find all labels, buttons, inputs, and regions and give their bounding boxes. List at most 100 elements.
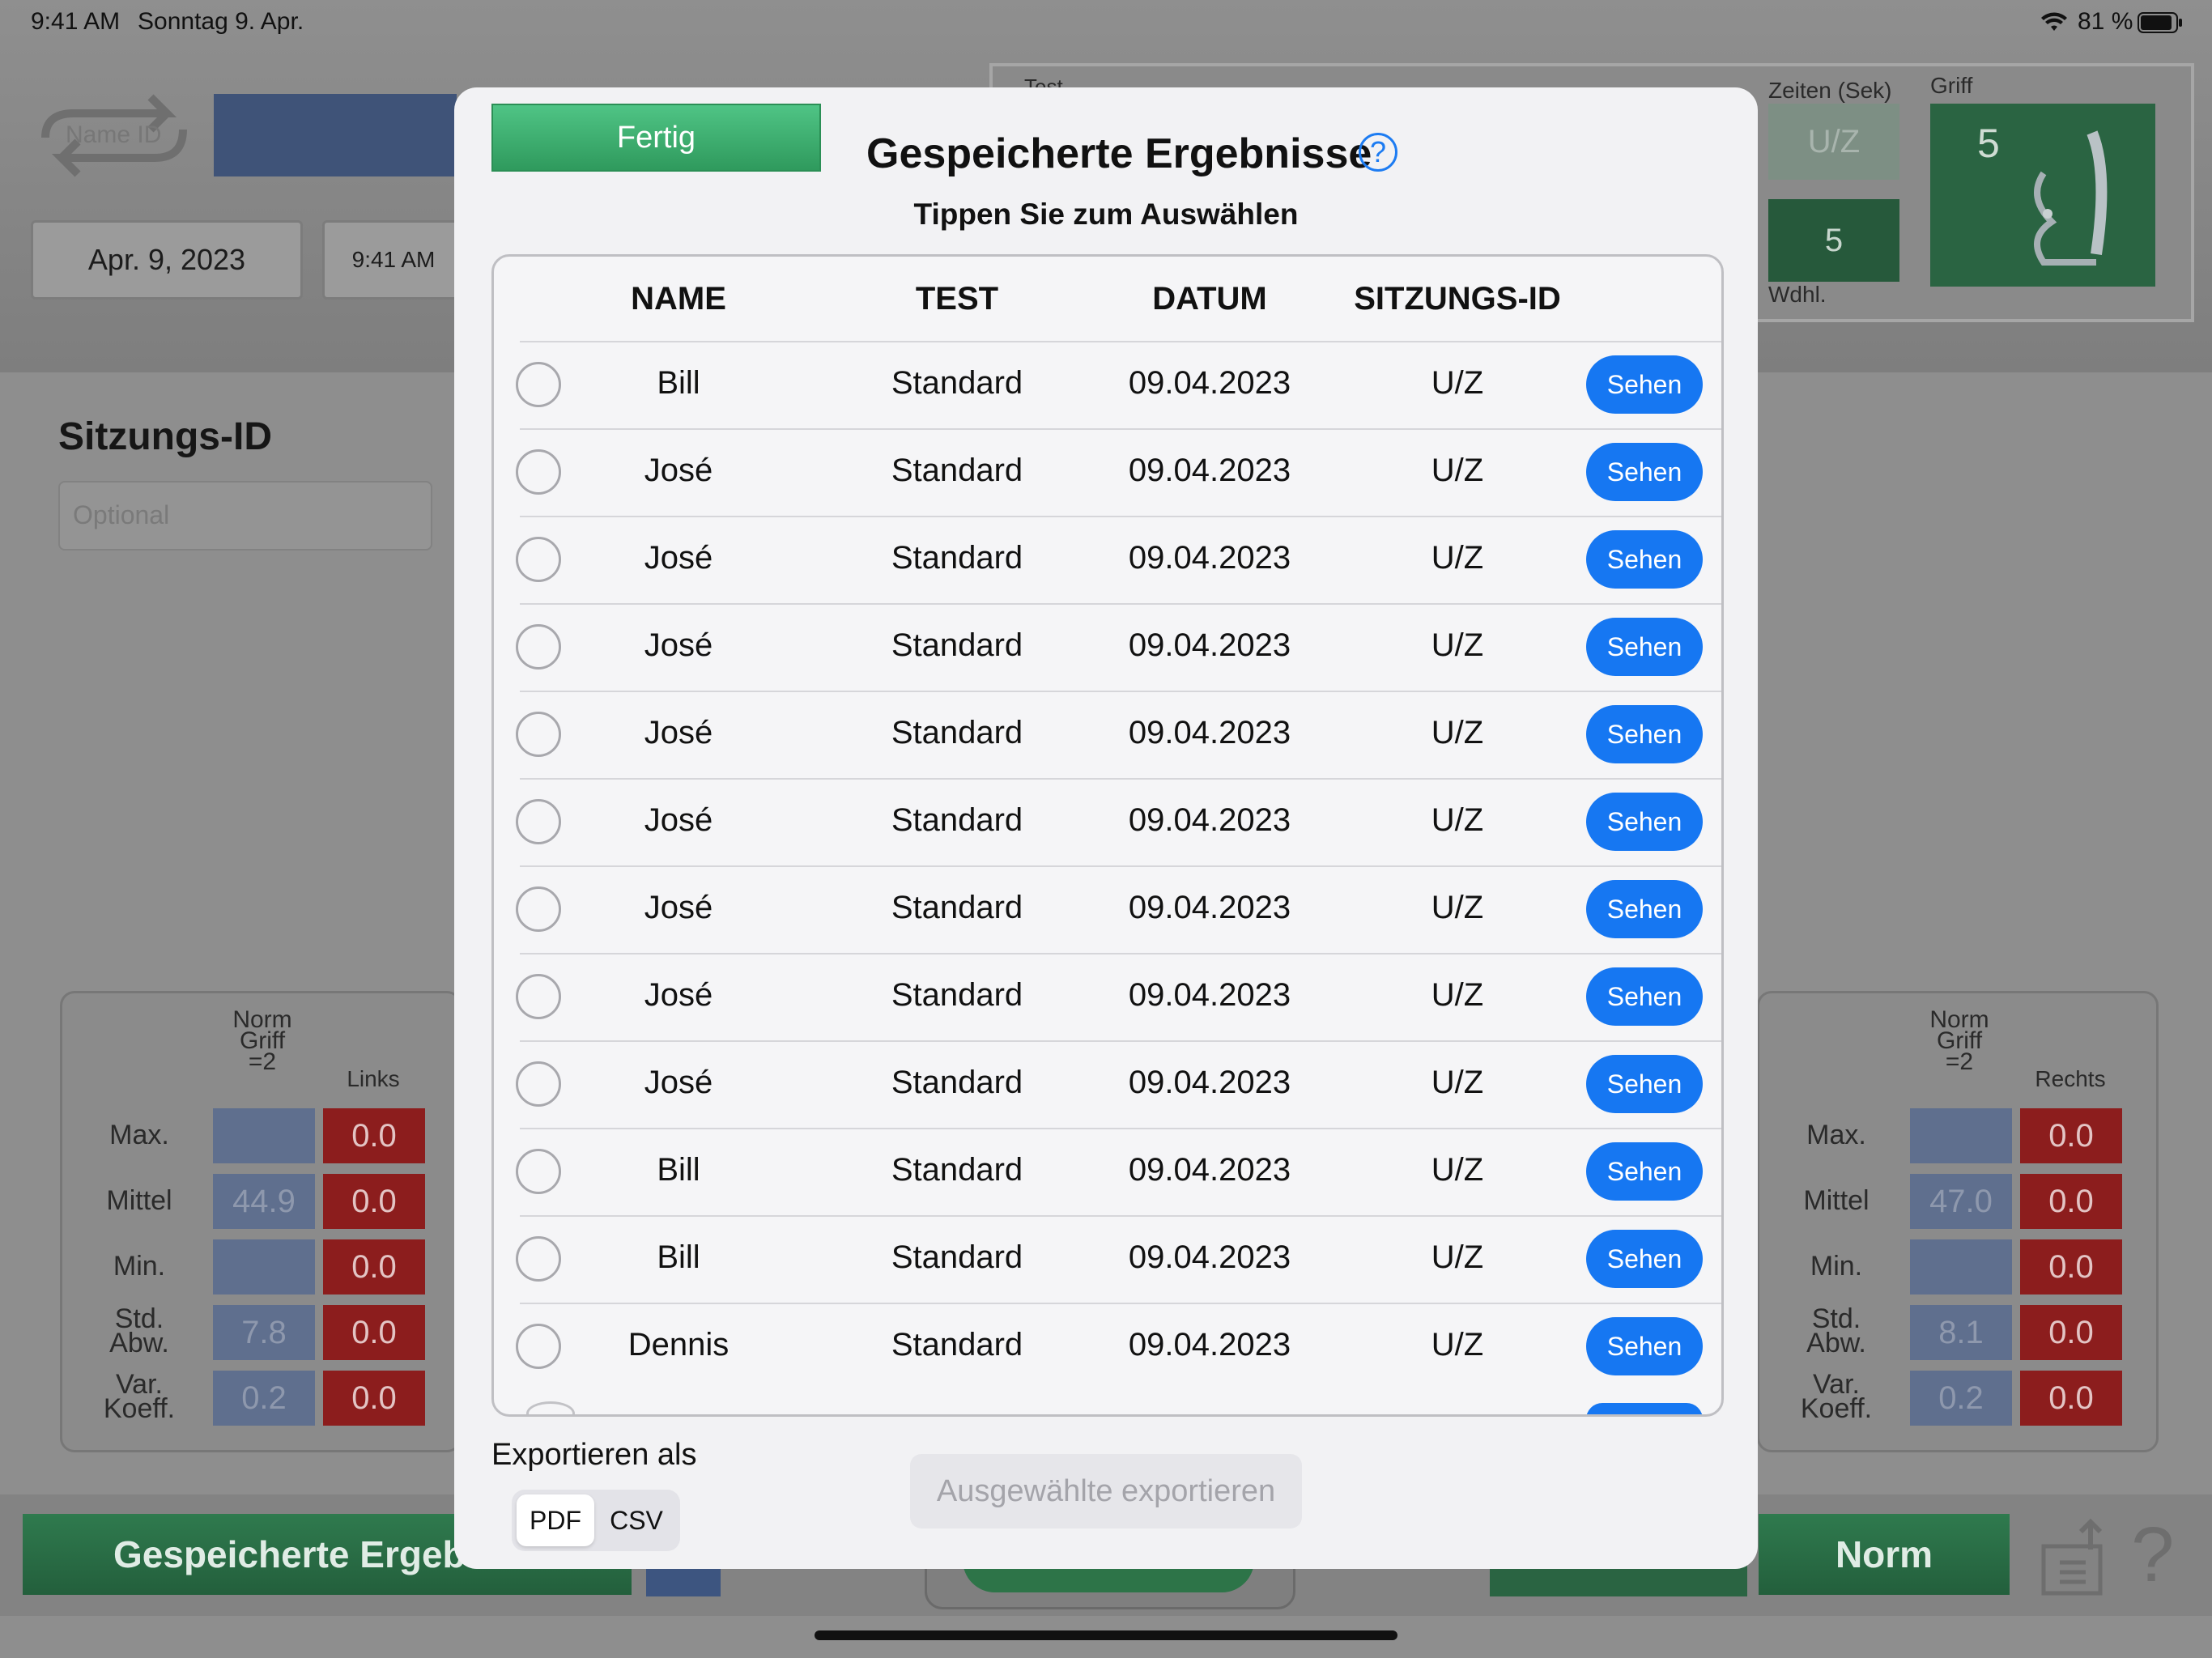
table-row[interactable]: José Standard 09.04.2023 U/Z Sehen (494, 603, 1721, 691)
cell-session-id: U/Z (1431, 540, 1484, 576)
partial-view-button[interactable] (1586, 1403, 1703, 1414)
row-select-radio[interactable] (516, 799, 561, 844)
name-id-label: Name ID (66, 121, 162, 148)
name-field[interactable] (214, 94, 457, 176)
table-row[interactable]: Bill Standard 09.04.2023 U/Z Sehen (494, 341, 1721, 428)
row-select-radio[interactable] (516, 624, 561, 670)
done-button[interactable]: Fertig (491, 104, 821, 172)
view-button[interactable]: Sehen (1586, 1317, 1703, 1375)
row-select-radio[interactable] (516, 537, 561, 582)
row-divider (520, 691, 1721, 692)
cell-session-id: U/Z (1431, 1327, 1484, 1363)
row-select-radio[interactable] (516, 1236, 561, 1282)
right-side-header: Rechts (2035, 1066, 2106, 1091)
view-button[interactable]: Sehen (1586, 355, 1703, 414)
cell-session-id: U/Z (1431, 453, 1484, 488)
view-button[interactable]: Sehen (1586, 1142, 1703, 1201)
cell-test: Standard (891, 1239, 1023, 1275)
question-circle-icon[interactable]: ? (1359, 133, 1397, 172)
cell-date: 09.04.2023 (1128, 802, 1291, 838)
row-select-radio[interactable] (516, 712, 561, 757)
row-divider (520, 1040, 1721, 1042)
table-row[interactable]: José Standard 09.04.2023 U/Z Sehen (494, 691, 1721, 778)
row-select-radio[interactable] (516, 1149, 561, 1194)
table-row[interactable]: José Standard 09.04.2023 U/Z Sehen (494, 516, 1721, 603)
row-select-radio[interactable] (516, 1324, 561, 1369)
right-stats-panel: Norm Griff =2 Rechts Max. 0.0 Mittel 47.0 0.… (1757, 991, 2159, 1452)
table-row[interactable]: Dennis Standard 09.04.2023 U/Z Sehen (494, 1303, 1721, 1390)
stat-norm-value: 0.2 (213, 1371, 315, 1426)
cell-test: Standard (891, 365, 1023, 401)
view-button[interactable]: Sehen (1586, 1230, 1703, 1288)
table-row[interactable]: José Standard 09.04.2023 U/Z Sehen (494, 1040, 1721, 1128)
grip-selector[interactable]: 5 (1930, 104, 2155, 287)
stat-measured-value: 0.0 (2020, 1371, 2122, 1426)
column-header-name: NAME (631, 281, 726, 317)
view-button[interactable]: Sehen (1586, 618, 1703, 676)
stat-norm-value: 44.9 (213, 1174, 315, 1229)
stat-label: Max. (109, 1120, 169, 1150)
status-bar: 9:41 AM Sonntag 9. Apr. 81 % (0, 0, 2212, 49)
cell-test: Standard (891, 1152, 1023, 1188)
cell-session-id: U/Z (1431, 890, 1484, 925)
session-id-input[interactable]: Optional (58, 481, 432, 551)
table-row[interactable]: José Standard 09.04.2023 U/Z Sehen (494, 428, 1721, 516)
row-divider (520, 341, 1721, 342)
view-button[interactable]: Sehen (1586, 443, 1703, 501)
stat-label: Var. Koeff. (1800, 1369, 1873, 1424)
share-icon[interactable] (2037, 1517, 2110, 1602)
cell-session-id: U/Z (1431, 715, 1484, 750)
format-option-csv[interactable]: CSV (598, 1494, 675, 1546)
stat-label: Min. (113, 1251, 166, 1282)
status-time: 9:41 AM (31, 8, 121, 35)
cell-test: Standard (891, 627, 1023, 663)
cell-date: 09.04.2023 (1128, 540, 1291, 576)
right-norm-header: Norm Griff =2 (1929, 1006, 1989, 1075)
cell-name: José (644, 977, 713, 1013)
row-select-radio[interactable] (516, 362, 561, 407)
cell-date: 09.04.2023 (1128, 977, 1291, 1013)
partial-row-radio[interactable] (526, 1401, 575, 1414)
cell-test: Standard (891, 977, 1023, 1013)
stat-measured-value: 0.0 (2020, 1305, 2122, 1360)
cell-name: Bill (657, 1152, 700, 1188)
stat-norm-value (213, 1108, 315, 1163)
times-field[interactable]: U/Z (1768, 104, 1899, 180)
stat-norm-value: 47.0 (1910, 1174, 2012, 1229)
view-button[interactable]: Sehen (1586, 967, 1703, 1026)
stat-label: Max. (1806, 1120, 1866, 1150)
export-selected-button[interactable]: Ausgewählte exportieren (910, 1454, 1302, 1528)
row-select-radio[interactable] (516, 449, 561, 495)
view-button[interactable]: Sehen (1586, 705, 1703, 763)
left-norm-header: Norm Griff =2 (232, 1006, 292, 1075)
table-row[interactable]: Bill Standard 09.04.2023 U/Z Sehen (494, 1128, 1721, 1215)
row-select-radio[interactable] (516, 1061, 561, 1107)
time-field[interactable]: 9:41 AM (322, 220, 465, 300)
stat-norm-value: 0.2 (1910, 1371, 2012, 1426)
name-id-toggle[interactable]: Name ID (29, 89, 199, 178)
row-select-radio[interactable] (516, 886, 561, 932)
view-button[interactable]: Sehen (1586, 530, 1703, 589)
table-row[interactable]: José Standard 09.04.2023 U/Z Sehen (494, 953, 1721, 1040)
help-icon[interactable]: ? (2131, 1511, 2174, 1600)
table-row[interactable]: Bill Standard 09.04.2023 U/Z Sehen (494, 1215, 1721, 1303)
row-select-radio[interactable] (516, 974, 561, 1019)
cell-date: 09.04.2023 (1128, 890, 1291, 925)
stat-measured-value: 0.0 (2020, 1239, 2122, 1295)
table-row[interactable]: José Standard 09.04.2023 U/Z Sehen (494, 778, 1721, 865)
stat-norm-value: 8.1 (1910, 1305, 2012, 1360)
modal-title: Gespeicherte Ergebnisse (866, 130, 1372, 177)
results-table: NAME TEST DATUM SITZUNGS-ID Bill Standard… (491, 254, 1724, 1417)
stat-label: Std. Abw. (109, 1303, 169, 1358)
format-option-pdf[interactable]: PDF (517, 1494, 594, 1546)
view-button[interactable]: Sehen (1586, 1055, 1703, 1113)
view-button[interactable]: Sehen (1586, 793, 1703, 851)
stat-measured-value: 0.0 (323, 1239, 425, 1295)
view-button[interactable]: Sehen (1586, 880, 1703, 938)
table-row[interactable]: José Standard 09.04.2023 U/Z Sehen (494, 865, 1721, 953)
date-field[interactable]: Apr. 9, 2023 (31, 220, 303, 300)
cell-date: 09.04.2023 (1128, 1065, 1291, 1100)
norm-button[interactable]: Norm (1759, 1514, 2010, 1595)
stat-measured-value: 0.0 (323, 1108, 425, 1163)
wifi-icon (2040, 11, 2068, 36)
